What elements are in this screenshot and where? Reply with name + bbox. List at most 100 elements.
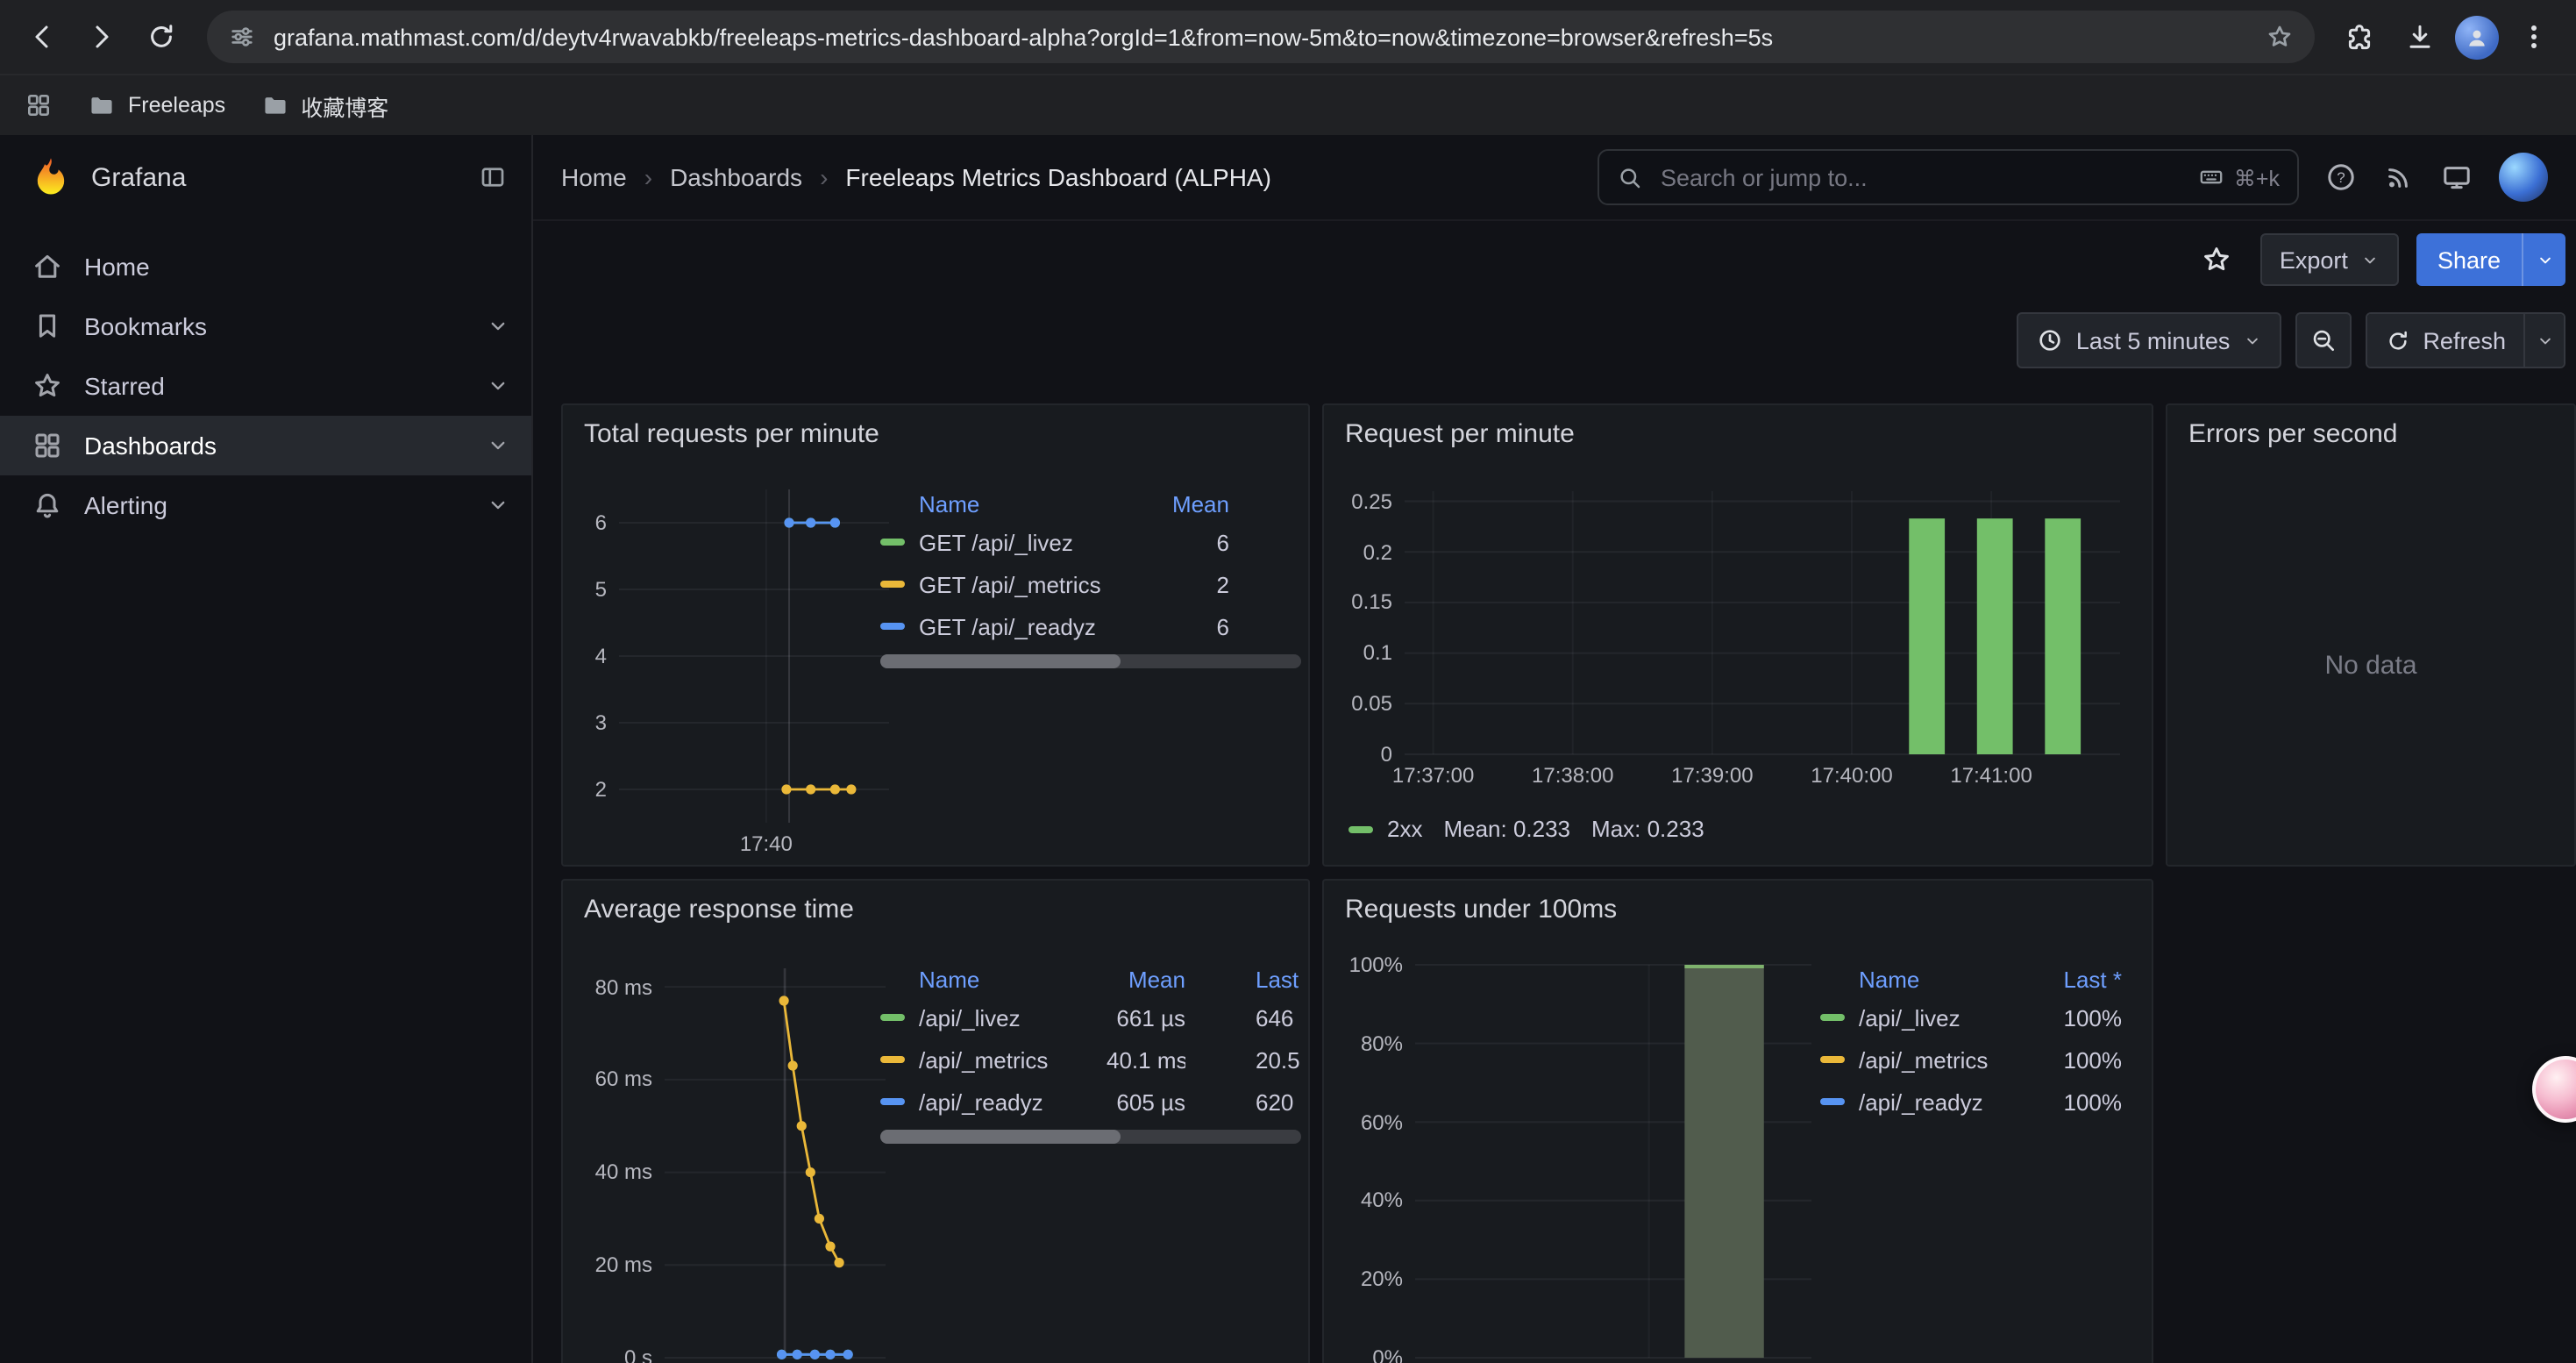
- bookmark-label: Freeleaps: [128, 93, 225, 118]
- y-axis-tick-label: 0.2: [1338, 539, 1392, 564]
- legend-series-name[interactable]: GET /api/_readyz: [919, 613, 1096, 639]
- breadcrumb-separator: ›: [820, 163, 828, 191]
- search-box[interactable]: ⌘+k: [1598, 149, 2299, 205]
- url-input[interactable]: [274, 11, 2248, 63]
- panel-title[interactable]: Total requests per minute: [584, 419, 879, 449]
- scrollbar-thumb[interactable]: [880, 654, 1121, 668]
- bookmark-star-icon[interactable]: [2266, 23, 2294, 51]
- legend-column-header[interactable]: Last *: [2031, 966, 2122, 992]
- forward-button[interactable]: [77, 12, 126, 61]
- y-axis-tick-label: 3: [580, 710, 607, 735]
- y-axis-tick-label: 4: [580, 644, 607, 668]
- refresh-button[interactable]: Refresh: [2366, 314, 2523, 367]
- series-color-marker: [880, 623, 905, 630]
- legend-scrollbar[interactable]: [880, 1130, 1301, 1144]
- chevron-down-icon[interactable]: [486, 374, 510, 398]
- sidebar-item-alerting[interactable]: Alerting: [0, 475, 531, 535]
- extensions-button[interactable]: [2336, 12, 2385, 61]
- dock-sidebar-icon[interactable]: [479, 163, 507, 191]
- legend-series-name[interactable]: /api/_livez: [1859, 1004, 1960, 1031]
- y-axis-tick-label: 0.25: [1338, 489, 1392, 514]
- legend-value: 100%: [2031, 1004, 2122, 1031]
- favorite-star-button[interactable]: [2190, 233, 2243, 286]
- chevron-down-icon: [2535, 331, 2554, 350]
- time-range-picker[interactable]: Last 5 minutes: [2017, 312, 2281, 368]
- search-input[interactable]: [1657, 162, 2185, 192]
- time-range-label: Last 5 minutes: [2076, 327, 2231, 353]
- url-bar[interactable]: [207, 11, 2315, 63]
- legend-series-name[interactable]: /api/_metrics: [919, 1046, 1048, 1073]
- downloads-button[interactable]: [2395, 12, 2444, 61]
- back-button[interactable]: [18, 12, 67, 61]
- legend-series-name[interactable]: GET /api/_metrics: [919, 571, 1101, 597]
- legend-series-name[interactable]: 2xx: [1387, 816, 1422, 842]
- legend-series-name[interactable]: /api/_readyz: [1859, 1088, 1983, 1115]
- legend-column-header[interactable]: Mean: [1107, 966, 1185, 992]
- dashboard-actions: Export Share: [533, 221, 2576, 298]
- breadcrumb: Home›Dashboards›Freeleaps Metrics Dashbo…: [561, 163, 1571, 191]
- series-color-marker: [880, 1098, 905, 1105]
- bookmark-folder-blogs[interactable]: 收藏博客: [260, 89, 388, 122]
- dashboard: Export Share Last 5 minutes: [533, 221, 2576, 1363]
- bookmark-folder-freeleaps[interactable]: Freeleaps: [88, 91, 225, 119]
- monitor-icon[interactable]: [2441, 161, 2473, 193]
- export-label: Export: [2280, 246, 2348, 273]
- export-button[interactable]: Export: [2260, 233, 2399, 286]
- chevron-down-icon[interactable]: [486, 314, 510, 339]
- legend-column-header[interactable]: Name: [1820, 966, 2031, 992]
- help-icon[interactable]: ?: [2325, 161, 2357, 193]
- breadcrumb-item[interactable]: Dashboards: [670, 163, 802, 191]
- sidebar-item-dashboards[interactable]: Dashboards: [0, 416, 531, 475]
- legend-series-name[interactable]: GET /api/_livez: [919, 529, 1073, 555]
- panel-title[interactable]: Errors per second: [2188, 419, 2397, 449]
- zoom-out-button[interactable]: [2295, 312, 2351, 368]
- chevron-down-icon: [2360, 250, 2380, 269]
- refresh-interval-button[interactable]: [2523, 314, 2564, 367]
- sidebar-item-home[interactable]: Home: [0, 237, 531, 296]
- legend-column-header[interactable]: Name: [880, 966, 1107, 992]
- share-button[interactable]: Share: [2416, 233, 2522, 286]
- home-icon: [32, 251, 63, 282]
- sidebar-item-starred[interactable]: Starred: [0, 356, 531, 416]
- chevron-down-icon[interactable]: [486, 433, 510, 458]
- requests-under-100ms-chart[interactable]: 100%80%60%40%20%0%17:40: [1338, 958, 1829, 1363]
- panel-title[interactable]: Request per minute: [1345, 419, 1575, 449]
- legend-series-name[interactable]: /api/_readyz: [919, 1088, 1043, 1115]
- user-avatar[interactable]: [2499, 153, 2548, 202]
- legend-value: 100%: [2031, 1046, 2122, 1073]
- total-requests-chart[interactable]: 6543217:40: [580, 482, 896, 867]
- news-rss-icon[interactable]: [2383, 161, 2415, 193]
- share-menu-button[interactable]: [2522, 233, 2565, 286]
- request-per-minute-chart[interactable]: 0.250.20.150.10.05017:37:0017:38:0017:39…: [1338, 475, 2141, 809]
- site-settings-icon[interactable]: [228, 23, 256, 51]
- browser-profile-avatar[interactable]: [2455, 15, 2499, 59]
- breadcrumb-item[interactable]: Home: [561, 163, 627, 191]
- legend-column-header[interactable]: Name: [880, 490, 1133, 517]
- apps-grid-icon[interactable]: [25, 91, 53, 119]
- series-color-marker: [880, 1056, 905, 1063]
- sidebar-item-bookmarks[interactable]: Bookmarks: [0, 296, 531, 356]
- average-response-time-chart[interactable]: 80 ms60 ms40 ms20 ms0 s17:40: [580, 958, 896, 1363]
- person-icon: [2464, 24, 2490, 50]
- sidebar-item-label: Starred: [84, 372, 165, 400]
- legend-column-header[interactable]: Last: [1185, 966, 1301, 992]
- legend-series-name[interactable]: /api/_livez: [919, 1004, 1021, 1031]
- series-color-marker: [1820, 1098, 1845, 1105]
- y-axis-tick-label: 40 ms: [580, 1160, 652, 1185]
- browser-toolbar: [0, 0, 2576, 74]
- grafana-header: Home›Dashboards›Freeleaps Metrics Dashbo…: [533, 135, 2576, 221]
- shortcut-label: ⌘+k: [2234, 164, 2280, 190]
- grafana-logo[interactable]: [28, 154, 74, 200]
- browser-menu-button[interactable]: [2509, 12, 2558, 61]
- legend-column-header[interactable]: Mean: [1133, 490, 1229, 517]
- panel-title[interactable]: Average response time: [584, 895, 854, 924]
- series-color-marker: [880, 539, 905, 546]
- reload-button[interactable]: [137, 12, 186, 61]
- chevron-down-icon[interactable]: [486, 493, 510, 517]
- panel-title[interactable]: Requests under 100ms: [1345, 895, 1617, 924]
- y-axis-tick-label: 0.05: [1338, 691, 1392, 716]
- legend-series-name[interactable]: /api/_metrics: [1859, 1046, 1988, 1073]
- legend-scrollbar[interactable]: [880, 654, 1301, 668]
- x-axis-tick-label: 17:40:00: [1773, 763, 1931, 788]
- scrollbar-thumb[interactable]: [880, 1130, 1121, 1144]
